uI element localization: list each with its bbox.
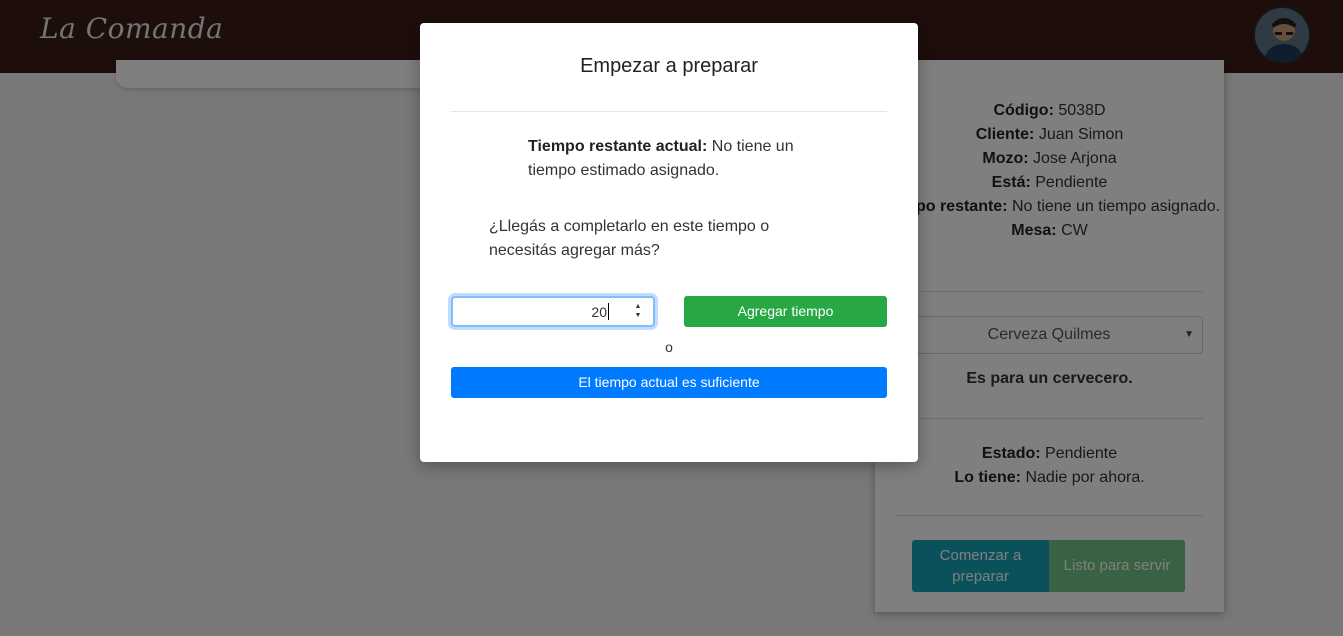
or-separator: o xyxy=(665,339,673,355)
spin-down-icon[interactable]: ▼ xyxy=(633,311,643,320)
modal-divider xyxy=(451,111,887,112)
time-is-enough-button[interactable]: El tiempo actual es suficiente xyxy=(451,367,887,398)
start-preparing-modal: Empezar a preparar Tiempo restante actua… xyxy=(420,23,918,462)
completion-question: ¿Llegás a completarlo en este tiempo o n… xyxy=(489,218,770,259)
spin-up-icon[interactable]: ▲ xyxy=(633,302,643,311)
current-remaining-time-label: Tiempo restante actual: xyxy=(528,138,708,155)
text-cursor xyxy=(608,303,609,320)
extra-time-value: 20 xyxy=(591,304,607,320)
number-spinner[interactable]: ▲ ▼ xyxy=(633,302,643,320)
modal-title: Empezar a preparar xyxy=(580,55,758,77)
current-remaining-time: Tiempo restante actual: No tiene un tiem… xyxy=(528,135,818,183)
add-time-button[interactable]: Agregar tiempo xyxy=(684,296,887,327)
extra-time-input[interactable]: 20 ▲ ▼ xyxy=(451,296,655,327)
